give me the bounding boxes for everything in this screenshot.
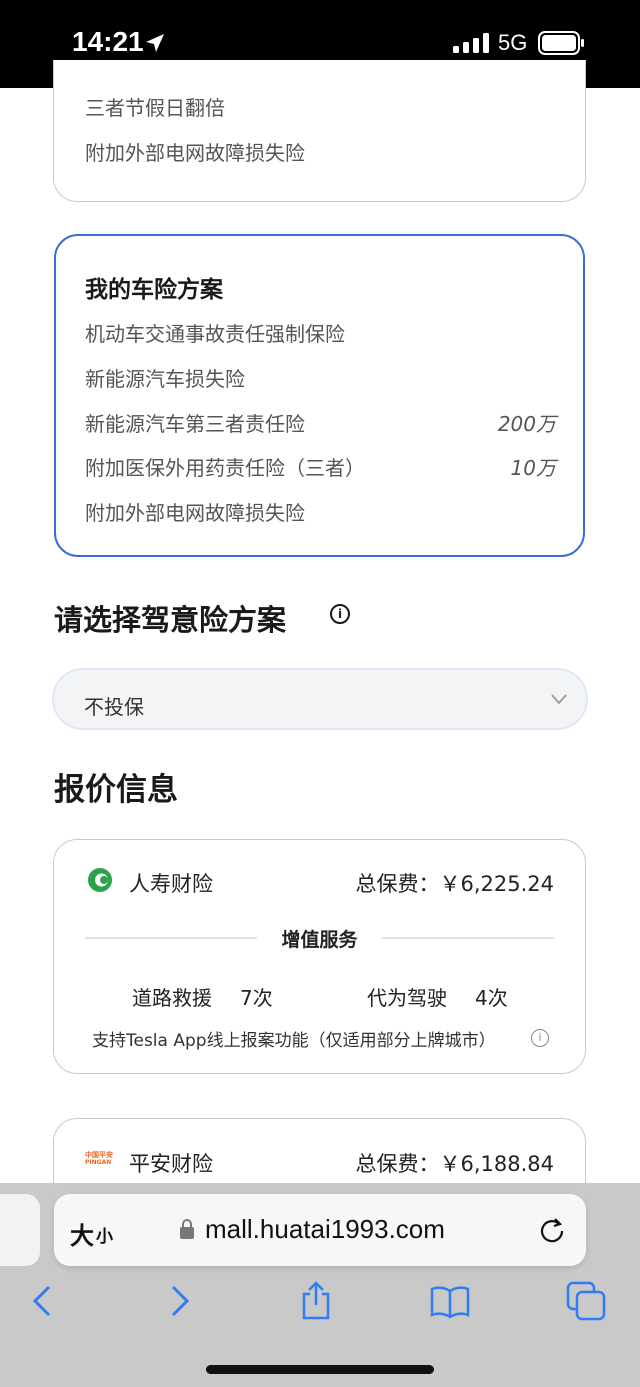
insurer-name: 平安财险: [129, 1152, 213, 1176]
service-label: 道路救援: [132, 986, 212, 1010]
forward-icon[interactable]: [160, 1281, 200, 1321]
my-insurance-plan-card[interactable]: 我的车险方案 机动车交通事故责任强制保险 新能源汽车损失险 新能源汽车第三者责任…: [54, 234, 585, 557]
plan-row-name: 新能源汽车损失险: [85, 367, 245, 391]
signal-bars-icon: [453, 33, 489, 53]
quote-card-renshou[interactable]: 人寿财险 总保费：￥6,225.24 增值服务 道路救援 7次 代为驾驶 4次 …: [53, 839, 586, 1074]
tabs-icon[interactable]: [566, 1281, 606, 1321]
plan-row-name: 附加外部电网故障损失险: [85, 501, 305, 525]
lock-icon: [180, 1219, 194, 1239]
pingan-logo-icon: 中国平安 PINGAN: [85, 1151, 115, 1166]
plan-row-value: 10万: [510, 456, 556, 480]
select-value: 不投保: [84, 695, 144, 719]
total-premium: 总保费：￥6,188.84: [355, 1152, 554, 1176]
renshou-logo-icon: [88, 868, 112, 892]
address-bar[interactable]: 大 小 mall.huatai1993.com: [54, 1194, 586, 1266]
url-text[interactable]: mall.huatai1993.com: [205, 1214, 445, 1245]
plan-row-name: 新能源汽车第三者责任险: [85, 412, 305, 436]
plan-title: 我的车险方案: [85, 277, 223, 303]
back-icon[interactable]: [22, 1281, 62, 1321]
text-size-button-small[interactable]: 小: [96, 1222, 113, 1247]
bookmarks-icon[interactable]: [430, 1281, 470, 1321]
coverage-row: 三者节假日翻倍: [85, 96, 225, 120]
quote-info-title: 报价信息: [54, 772, 178, 808]
reload-icon[interactable]: [538, 1216, 566, 1244]
previous-tab-edge[interactable]: [0, 1194, 40, 1266]
coverage-row: 附加外部电网故障损失险: [85, 141, 305, 165]
service-count: 4次: [475, 986, 508, 1010]
info-icon[interactable]: i: [330, 604, 350, 624]
status-time: 14:21: [72, 26, 144, 57]
battery-icon: [538, 31, 584, 55]
home-indicator: [206, 1365, 434, 1374]
share-icon[interactable]: [296, 1281, 336, 1321]
browser-bottom-bar: 大 小 mall.huatai1993.com: [0, 1183, 640, 1387]
total-premium: 总保费：￥6,225.24: [355, 872, 554, 896]
location-arrow-icon: [146, 34, 164, 52]
service-label: 代为驾驶: [367, 986, 447, 1010]
value-added-services-title: 增值服务: [281, 929, 358, 951]
plan-row-value: 200万: [497, 412, 556, 436]
pingan-logo-cn: 中国平安: [85, 1151, 113, 1159]
insurer-name: 人寿财险: [129, 872, 213, 896]
service-count: 7次: [240, 986, 273, 1010]
network-label: 5G: [498, 30, 528, 55]
chevron-down-icon: [551, 694, 567, 705]
text-size-button-large[interactable]: 大: [70, 1216, 94, 1251]
tesla-app-support-text: 支持Tesla App线上报案功能（仅适用部分上牌城市）: [92, 1031, 496, 1051]
coverage-card-partial: 三者节假日翻倍 附加外部电网故障损失险: [53, 60, 586, 202]
plan-row-name: 机动车交通事故责任强制保险: [85, 322, 345, 346]
driver-insurance-title: 请选择驾意险方案: [54, 603, 287, 637]
pingan-logo-en: PINGAN: [85, 1159, 112, 1166]
info-icon[interactable]: i: [531, 1029, 549, 1047]
driver-insurance-select[interactable]: 不投保: [52, 668, 588, 730]
plan-row-name: 附加医保外用药责任险（三者）: [85, 456, 365, 480]
divider: [382, 937, 554, 939]
